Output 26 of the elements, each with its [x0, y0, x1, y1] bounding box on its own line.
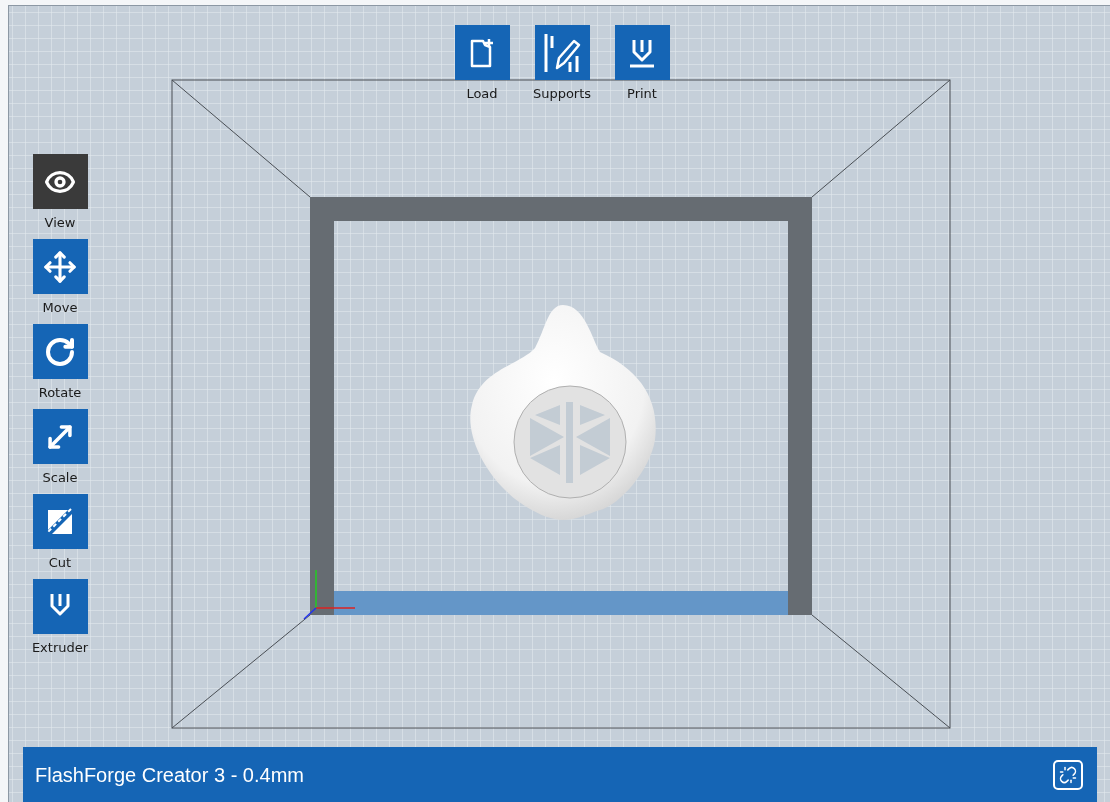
tool-button[interactable] — [454, 25, 510, 80]
tool-label: Extruder — [31, 639, 89, 657]
tool-button[interactable] — [32, 579, 88, 634]
page-plus-icon — [468, 36, 496, 69]
tool-button[interactable] — [32, 409, 88, 464]
tool-button[interactable] — [534, 25, 590, 80]
tool-label: Print — [627, 85, 657, 103]
move-arrows-icon — [43, 249, 77, 284]
tool-label: Rotate — [38, 384, 82, 402]
tool-label: Supports — [532, 85, 592, 103]
tool-label: Move — [42, 299, 78, 317]
tool-button[interactable] — [32, 239, 88, 294]
printer-name: FlashForge Creator 3 - 0.4mm — [35, 762, 304, 788]
unlink-icon — [1059, 765, 1077, 784]
tool-label: Scale — [42, 469, 78, 487]
tool-label: Load — [466, 85, 498, 103]
unlink-button[interactable] — [1053, 759, 1083, 790]
tool-button[interactable] — [32, 154, 88, 209]
tool-button[interactable] — [32, 494, 88, 549]
tool-button[interactable] — [614, 25, 670, 80]
tool-label: View — [44, 214, 76, 232]
pencil-bars-icon — [542, 31, 582, 74]
rotate-icon — [44, 335, 76, 368]
tool-button[interactable] — [32, 324, 88, 379]
tool-label: Cut — [48, 554, 72, 572]
axis-icon — [303, 569, 356, 620]
